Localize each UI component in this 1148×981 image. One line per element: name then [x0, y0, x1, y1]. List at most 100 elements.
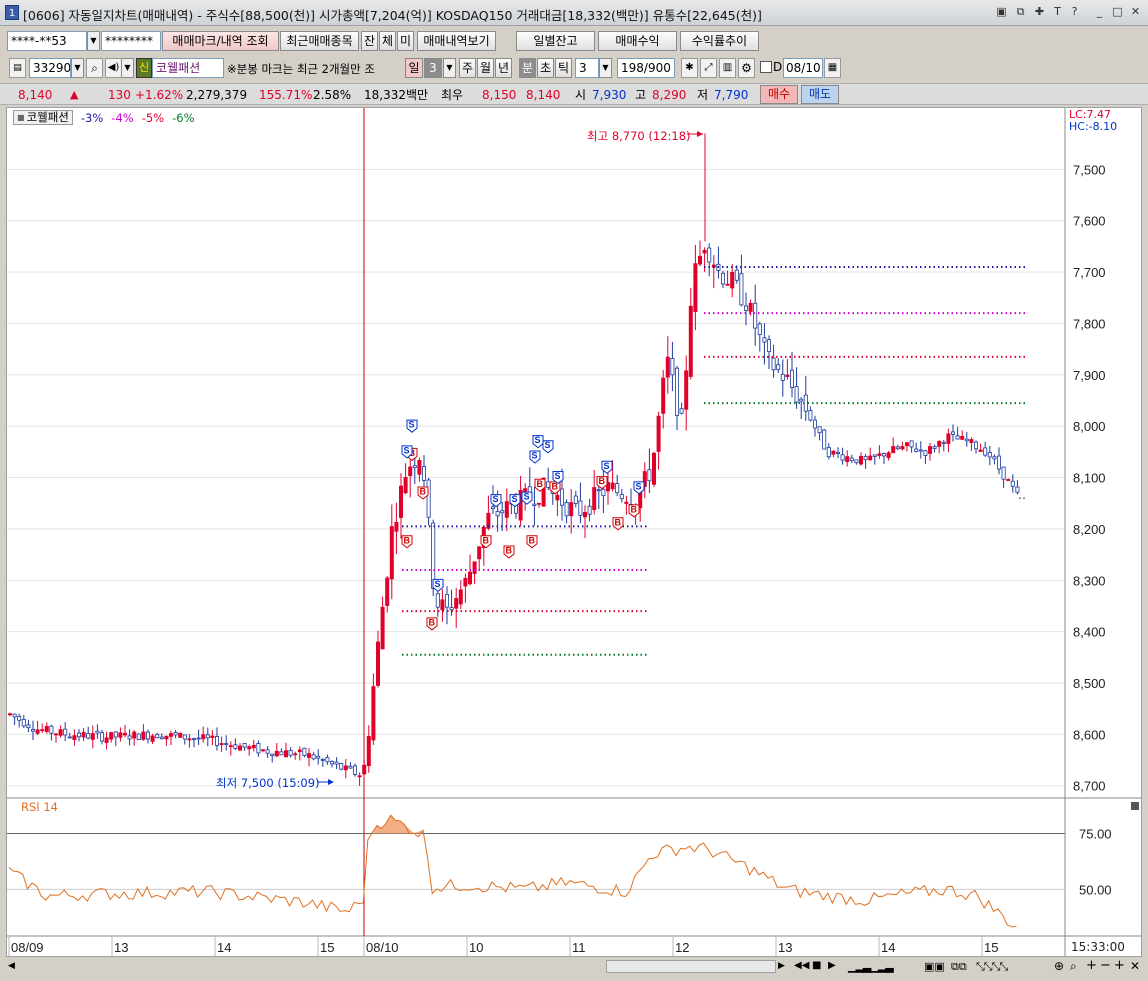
stop-icon[interactable]: ■ — [812, 960, 821, 971]
candle-body — [343, 765, 348, 771]
legend-stock-name: 코웰패션 — [26, 110, 69, 124]
count-field[interactable]: 198/900 — [617, 58, 675, 78]
gear-icon[interactable]: ⚙ — [738, 58, 755, 78]
candle-body — [54, 733, 59, 736]
help-icon[interactable]: ? — [1067, 5, 1082, 20]
zoom-icon[interactable]: ⊕ — [1054, 959, 1064, 973]
date-field[interactable]: 08/10 — [783, 58, 823, 78]
chart-panel[interactable]: 8,700 8,600 8,500 8,400 8,300 8,200 8,100 8,000… — [6, 107, 1142, 957]
candle-body — [412, 465, 417, 468]
trade-history-button[interactable]: 매매내역보기 — [417, 31, 496, 51]
period-minute-button[interactable]: 분 — [519, 58, 536, 78]
low-annotation: 최저 7,500 (15:09) — [216, 776, 320, 790]
period-num-dropdown-icon[interactable]: ▼ — [443, 58, 456, 78]
candle-settings-icon[interactable]: ✱ — [681, 58, 698, 78]
candle-body — [560, 488, 565, 506]
sell-marker-label: S — [535, 435, 541, 445]
candle-body — [997, 455, 1002, 470]
magnifier-icon[interactable]: ⌕ — [1070, 959, 1077, 974]
zoom-in-icon[interactable]: + — [1086, 958, 1097, 973]
interval-dropdown-icon[interactable]: ▼ — [599, 58, 612, 78]
speaker-dropdown-icon[interactable]: ▼ — [121, 58, 134, 78]
candle-body — [316, 756, 321, 759]
tile-icon[interactable]: ⧉ — [1013, 5, 1028, 20]
sell-marker-label: S — [404, 445, 410, 455]
period-year-button[interactable]: 년 — [495, 58, 512, 78]
layout-icon[interactable]: ▣▣ — [924, 960, 945, 973]
draw-tool-icon[interactable]: ⤢ — [700, 58, 717, 78]
candle-body — [684, 370, 689, 410]
candle-body — [205, 734, 210, 739]
close-icon[interactable]: ✕ — [1128, 5, 1143, 20]
scroll-right-icon[interactable]: ▶ — [778, 961, 785, 971]
tab-executed[interactable]: 체 — [379, 31, 396, 51]
scroll-left-icon[interactable]: ◀ — [8, 961, 15, 971]
candle-body — [260, 749, 265, 752]
stock-code-field[interactable]: 33290 — [29, 58, 71, 78]
recent-stocks-button[interactable]: 최근매매종목 — [280, 31, 359, 51]
candle-body — [21, 718, 26, 727]
restore-icon[interactable]: ▣ — [994, 5, 1009, 20]
legend-stock[interactable]: ■ 코웰패션 — [13, 110, 73, 125]
candle-body — [583, 512, 588, 518]
interval-field[interactable]: 3 — [575, 58, 599, 78]
stock-search-icon[interactable]: ▤ — [9, 58, 26, 78]
search-icon[interactable]: ⌕ — [86, 58, 103, 78]
buy-marker-label: B — [429, 617, 436, 627]
candle-body — [219, 743, 224, 746]
y-tick-label: 8,400 — [1073, 625, 1106, 640]
account-dropdown-icon[interactable]: ▼ — [87, 31, 100, 51]
password-field[interactable]: ******** — [101, 31, 161, 51]
candle-body — [739, 273, 744, 306]
period-week-button[interactable]: 주 — [459, 58, 476, 78]
trade-profit-button[interactable]: 매매수익 — [598, 31, 677, 51]
candle-body — [168, 733, 173, 737]
text-icon[interactable]: T — [1050, 5, 1065, 20]
x-tick-label: 10 — [469, 940, 483, 955]
return-trend-button[interactable]: 수익률추이 — [680, 31, 759, 51]
stock-name-field[interactable]: 코웰패션 — [152, 58, 224, 78]
rsi-overbought-fill — [372, 815, 423, 834]
chart-scroll-bar[interactable]: ◀ ▶ ◀◀ ■ ▶ ▁▂▃▁▂▃ ▣▣ ⧉⧉ ⤡⤡⤡⤡ ⊕ ⌕ + − + ✕ — [6, 958, 1142, 976]
candle-body — [537, 502, 542, 505]
candle-body — [974, 441, 979, 450]
save-icon[interactable]: ▥ — [719, 58, 736, 78]
account-field[interactable]: ****-**53 — [7, 31, 87, 51]
date-checkbox[interactable] — [760, 61, 772, 73]
tab-balance[interactable]: 잔 — [361, 31, 378, 51]
pin-icon[interactable]: ✚ — [1032, 5, 1047, 20]
trade-volume: 2,279,379 — [186, 88, 248, 102]
scroll-thumb[interactable] — [606, 960, 776, 973]
maximize-icon[interactable]: □ — [1110, 5, 1125, 20]
zoom-out-icon[interactable]: − — [1100, 958, 1111, 973]
period-num-field[interactable]: 3 — [424, 58, 442, 78]
high-label: 고 — [635, 88, 647, 102]
candlestick-chart[interactable]: 8,700 8,600 8,500 8,400 8,300 8,200 8,100 8,000… — [7, 108, 1141, 956]
speaker-icon[interactable]: ◀) — [105, 58, 122, 78]
reset-zoom-icon[interactable]: + — [1114, 958, 1125, 973]
buy-button[interactable]: 매수 — [760, 85, 798, 104]
candle-body — [408, 466, 413, 477]
daily-balance-button[interactable]: 일별잔고 — [516, 31, 595, 51]
calendar-icon[interactable]: ▦ — [824, 58, 841, 78]
candle-body — [914, 448, 919, 452]
zoom-bar-icon[interactable]: ▁▂▃▁▂▃ — [848, 960, 894, 973]
play-icon[interactable]: ▶ — [828, 960, 836, 971]
close-chart-icon[interactable]: ✕ — [1130, 959, 1140, 973]
window-icon[interactable]: ⧉⧉ — [951, 960, 967, 974]
tab-unexecuted[interactable]: 미 — [397, 31, 414, 51]
minimize-icon[interactable]: _ — [1092, 5, 1107, 20]
drawing-tools-icon[interactable]: ⤡⤡⤡⤡ — [976, 960, 1008, 974]
mark-history-button[interactable]: 매매마크/내역 조회 — [162, 31, 279, 51]
period-second-button[interactable]: 초 — [537, 58, 554, 78]
sell-marker-label: S — [532, 451, 538, 461]
stock-code-dropdown-icon[interactable]: ▼ — [71, 58, 84, 78]
legend-level-3: -3% — [80, 110, 104, 125]
candle-body — [928, 446, 933, 454]
sell-button[interactable]: 매도 — [801, 85, 839, 104]
y-tick-label: 7,700 — [1073, 265, 1106, 280]
period-day-button[interactable]: 일 — [405, 58, 423, 78]
period-month-button[interactable]: 월 — [477, 58, 494, 78]
rewind-icon[interactable]: ◀◀ — [794, 960, 809, 971]
period-tick-button[interactable]: 틱 — [555, 58, 572, 78]
